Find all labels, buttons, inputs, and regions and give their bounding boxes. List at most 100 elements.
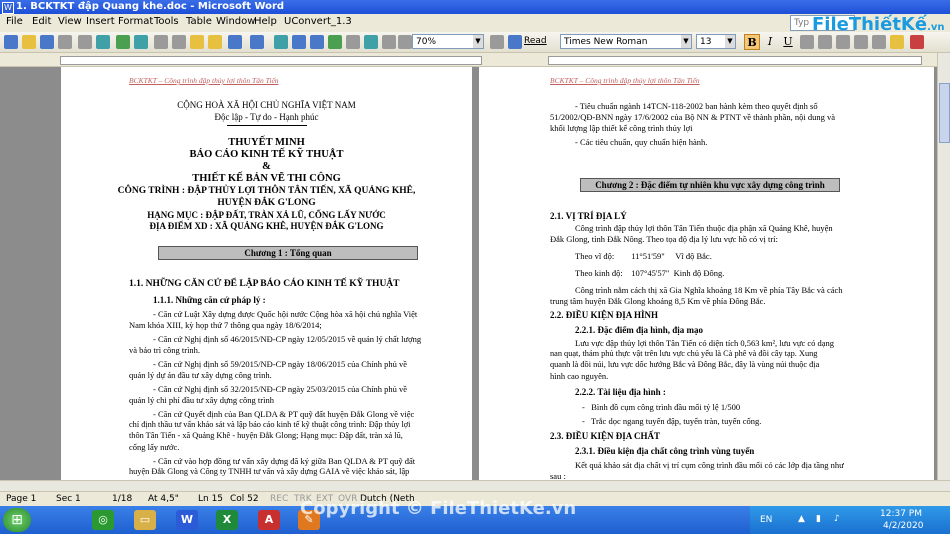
drawing-icon[interactable] [364,35,378,49]
menu-insert[interactable]: Insert [84,16,117,27]
page-2[interactable]: BCKTKT – Công trình đập thủy lợi thôn Tâ… [479,67,934,480]
body-line: huyện Đắk Glong và Công ty TNHH tư vấn v… [129,467,410,476]
body-line: hình cao nguyên. [550,371,609,381]
word-app-icon[interactable]: W [2,2,14,14]
toolbar: 70% ▼ Read Times New Roman ▼ 13 ▼ B I U [0,32,950,53]
doc-title-4: THIẾT KẾ BẢN VẼ THI CÔNG [192,173,341,184]
status-rec[interactable]: REC [270,492,288,507]
save-icon[interactable] [40,35,54,49]
chevron-down-icon[interactable]: ▼ [681,35,691,48]
align-right-icon[interactable] [836,35,850,49]
zoom-select[interactable]: 70% ▼ [412,34,484,49]
status-count: 1/18 [112,494,133,504]
help-icon[interactable] [490,35,504,49]
scroll-thumb[interactable] [939,83,950,143]
input-language[interactable]: EN [760,515,772,525]
page-1[interactable]: BCKTKT – Công trình đập thủy lợi thôn Tâ… [61,67,472,480]
doc-title-2: BÁO CÁO KINH TẾ KỸ THUẬT [189,149,344,160]
excel-icon[interactable]: X [216,510,238,530]
menu-view[interactable]: View [56,16,84,27]
menu-help[interactable]: Help [252,16,279,27]
body-line: cống lấy nước. [129,442,180,452]
volume-icon[interactable]: ♪ [834,514,840,524]
menu-file[interactable]: File [4,16,25,27]
body-line: - Bình đồ cụm công trình đầu mối tỷ lệ 1… [582,402,741,412]
font-size-select[interactable]: 13 ▼ [696,34,736,49]
app-green-icon[interactable]: ◎ [92,510,114,530]
motto: Độc lập - Tự do - Hạnh phúc [214,112,319,122]
body-line: - Các tiêu chuẩn, quy chuẩn hiện hành. [575,137,708,147]
clock-date[interactable]: 4/2/2020 [883,521,923,531]
font-value: Times New Roman [564,37,648,47]
format-painter-icon[interactable] [208,35,222,49]
category-line: HẠNG MỤC : ĐẬP ĐẤT, TRÀN XẢ LŨ, CỐNG LẤY… [147,210,386,220]
line-spacing-icon[interactable] [872,35,886,49]
chevron-down-icon[interactable]: ▼ [725,35,735,48]
clock-time[interactable]: 12:37 PM [880,509,922,519]
permission-icon[interactable] [58,35,72,49]
hyperlink-icon[interactable] [274,35,288,49]
nation-title: CỘNG HOÀ XÃ HỘI CHỦ NGHĨA VIỆT NAM [177,100,356,110]
cut-icon[interactable] [154,35,168,49]
body-line: - Căn cứ Quyết định của Ban QLDA & PT qu… [153,409,415,419]
document-map-icon[interactable] [382,35,396,49]
body-line: 51/2002/QĐ-BNN ngày 17/6/2002 của Bộ NN … [550,112,836,122]
menu-window[interactable]: Window [214,16,257,27]
body-line: - Căn cứ Nghị định số 59/2015/NĐ-CP ngày… [153,359,408,369]
redo-icon[interactable] [250,35,264,49]
underline-button[interactable]: U [780,34,796,50]
menu-tools[interactable]: Tools [152,16,181,27]
highlight-icon[interactable] [890,35,904,49]
research-icon[interactable] [134,35,148,49]
paste-icon[interactable] [190,35,204,49]
align-left-icon[interactable] [800,35,814,49]
body-line: nan quạt, thảm phủ thực vật trên lưu vực… [550,349,818,358]
bold-button[interactable]: B [744,34,760,50]
font-color-icon[interactable] [910,35,924,49]
page-header: BCKTKT – Công trình đập thủy lợi thôn Tâ… [550,76,700,85]
print-icon[interactable] [78,35,92,49]
print-preview-icon[interactable] [96,35,110,49]
read-icon[interactable] [508,35,522,49]
word-icon[interactable]: W [176,510,198,530]
acrobat-icon[interactable]: A [258,510,280,530]
columns-icon[interactable] [346,35,360,49]
excel-icon[interactable] [328,35,342,49]
body-line: chỉ định thầu tư vấn khảo sát và lập báo… [129,420,411,429]
page-header: BCKTKT – Công trình đập thủy lợi thôn Tâ… [129,76,279,85]
new-document-icon[interactable] [4,35,18,49]
menu-table[interactable]: Table [184,16,214,27]
status-at: At 4,5" [148,494,179,504]
latitude-line: Theo vĩ độ: 11°51'59" Vĩ độ Bắc. [575,251,712,261]
file-explorer-icon[interactable]: ▭ [134,510,156,530]
tray-chevron-icon[interactable]: ▲ [798,514,805,524]
copy-icon[interactable] [172,35,186,49]
tables-icon[interactable] [292,35,306,49]
justify-icon[interactable] [854,35,868,49]
read-button[interactable]: Read [524,36,547,46]
body-line: Công trình đập thủy lợi thôn Tân Tiến th… [575,223,833,233]
section-2-2-2: 2.2.2. Tài liệu địa hình : [575,387,666,397]
section-1-1: 1.1. NHỮNG CĂN CỨ ĐỂ LẬP BÁO CÁO KINH TẾ… [129,279,400,289]
body-line: khối lượng lập thiết kế công trình thủy … [550,123,693,133]
doc-title-3: & [262,161,271,172]
align-center-icon[interactable] [818,35,832,49]
menu-format[interactable]: Format [116,16,155,27]
insert-table-icon[interactable] [310,35,324,49]
network-icon[interactable]: ▮ [816,514,821,524]
font-select[interactable]: Times New Roman ▼ [560,34,692,49]
undo-icon[interactable] [228,35,242,49]
body-line: trung tâm huyện Đắk Glong khoảng 8,5 Km … [550,296,766,306]
italic-button[interactable]: I [762,34,778,50]
chevron-down-icon[interactable]: ▼ [473,35,483,48]
show-hide-icon[interactable] [398,35,412,49]
status-line: Ln 15 [198,494,224,504]
menu-uconvert[interactable]: UConvert_1.3 [282,16,354,27]
menu-edit[interactable]: Edit [30,16,53,27]
windows-start-icon[interactable]: ⊞ [3,508,31,532]
vertical-scrollbar[interactable] [937,53,950,480]
horizontal-ruler[interactable] [0,53,950,67]
document-area[interactable]: BCKTKT – Công trình đập thủy lợi thôn Tâ… [0,67,937,480]
spelling-icon[interactable] [116,35,130,49]
open-folder-icon[interactable] [22,35,36,49]
